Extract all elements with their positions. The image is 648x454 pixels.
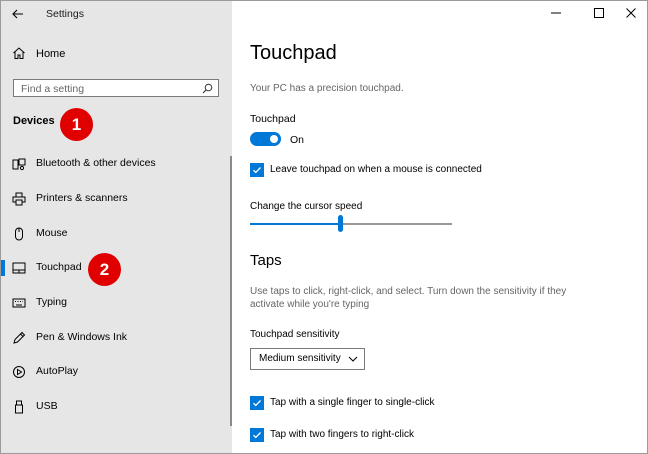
sidebar-item-label: Mouse [36, 227, 68, 239]
usb-icon [15, 400, 23, 414]
sidebar-item-label: AutoPlay [36, 365, 79, 377]
touchpad-label: Touchpad [250, 113, 296, 125]
slider-track-empty[interactable] [342, 223, 452, 225]
tap-two-label: Tap with two fingers to right-click [270, 429, 414, 440]
checkmark-icon [253, 400, 261, 407]
search-placeholder: Find a setting [21, 83, 85, 95]
sensitivity-dropdown[interactable]: Medium sensitivity [250, 348, 365, 370]
taps-section-title: Taps [250, 252, 282, 269]
sidebar-item-pen[interactable]: Pen & Windows Ink [1, 323, 232, 353]
touchpad-status: Your PC has a precision touchpad. [250, 83, 404, 94]
toggle-state-text: On [290, 134, 305, 146]
touchpad-icon [12, 262, 26, 274]
app-title: Settings [46, 8, 84, 20]
close-icon [626, 8, 636, 18]
touchpad-toggle[interactable] [250, 132, 281, 146]
pen-icon [13, 331, 26, 344]
checkmark-icon [253, 432, 261, 439]
tap-two-checkbox[interactable] [250, 428, 264, 442]
minimize-icon [551, 12, 561, 14]
chevron-down-icon [348, 356, 358, 362]
mouse-icon [15, 227, 23, 241]
leave-on-checkbox[interactable] [250, 163, 264, 177]
sidebar-item-typing[interactable]: Typing [1, 288, 232, 318]
home-icon [13, 47, 25, 59]
back-arrow-icon [12, 9, 23, 19]
cursor-speed-label: Change the cursor speed [250, 201, 363, 212]
sidebar-item-label: Bluetooth & other devices [36, 157, 156, 169]
sidebar-item-label: Pen & Windows Ink [36, 331, 128, 343]
maximize-icon [594, 8, 604, 18]
maximize-button[interactable] [584, 3, 614, 23]
keyboard-icon [12, 298, 26, 308]
sidebar: Settings Home Find a setting Devices 1 B… [1, 1, 232, 453]
sidebar-item-printers[interactable]: Printers & scanners [1, 184, 232, 214]
bluetooth-devices-icon [12, 158, 26, 171]
sidebar-item-label: USB [36, 400, 58, 412]
checkmark-icon [253, 167, 261, 174]
sidebar-item-bluetooth[interactable]: Bluetooth & other devices [1, 149, 232, 179]
sidebar-item-usb[interactable]: USB [1, 392, 232, 422]
sidebar-item-label: Touchpad [36, 261, 82, 273]
home-label: Home [36, 48, 66, 60]
annotation-badge-2: 2 [88, 253, 121, 286]
taps-description: Use taps to click, right-click, and sele… [250, 286, 567, 310]
tap-single-label: Tap with a single finger to single-click [270, 397, 435, 408]
sidebar-item-label: Printers & scanners [36, 192, 128, 204]
settings-window: Settings Home Find a setting Devices 1 B… [0, 0, 648, 454]
sidebar-item-autoplay[interactable]: AutoPlay [1, 357, 232, 387]
autoplay-icon [13, 366, 25, 378]
close-button[interactable] [616, 3, 646, 23]
slider-track-filled[interactable] [250, 223, 340, 225]
sidebar-item-label: Typing [36, 296, 67, 308]
sidebar-scrollbar[interactable] [230, 156, 232, 426]
tap-single-checkbox[interactable] [250, 396, 264, 410]
sidebar-item-mouse[interactable]: Mouse [1, 219, 232, 249]
search-input[interactable]: Find a setting [13, 79, 219, 97]
toggle-knob [270, 135, 278, 143]
printer-icon [12, 192, 26, 206]
leave-on-label: Leave touchpad on when a mouse is connec… [270, 164, 482, 175]
annotation-badge-1: 1 [60, 108, 93, 141]
group-title: Devices [13, 115, 55, 127]
search-icon[interactable] [202, 83, 213, 94]
minimize-button[interactable] [541, 3, 571, 23]
home-nav-item[interactable]: Home [1, 41, 232, 67]
back-button[interactable] [7, 4, 29, 24]
sensitivity-label: Touchpad sensitivity [250, 329, 340, 340]
sensitivity-value: Medium sensitivity [259, 353, 341, 364]
cursor-speed-slider-thumb[interactable] [338, 215, 343, 232]
page-title: Touchpad [250, 42, 337, 64]
